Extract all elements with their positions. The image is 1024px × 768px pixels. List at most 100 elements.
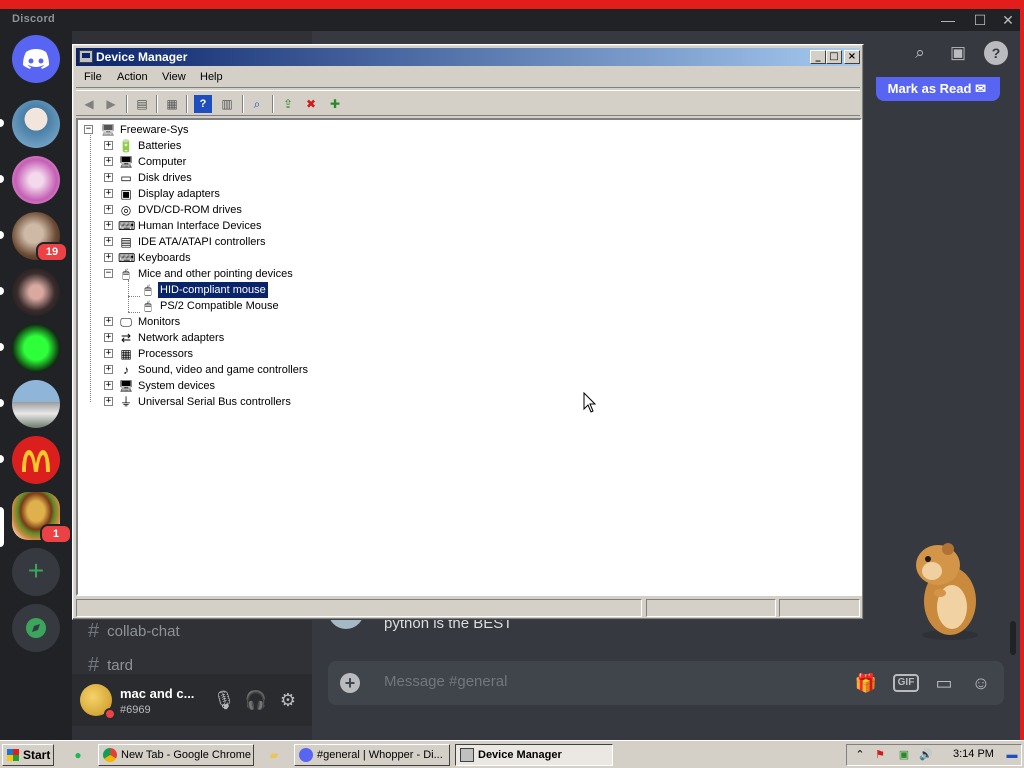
tree-category-label: Processors <box>138 348 194 360</box>
device-manager-titlebar[interactable]: Device Manager _ □ × <box>76 48 860 66</box>
dvd-drive-icon: ◎ <box>120 203 132 217</box>
uninstall-icon[interactable]: ✖ <box>302 95 320 113</box>
update-driver-icon[interactable]: ⇪ <box>279 95 297 113</box>
close-button[interactable]: × <box>844 50 860 64</box>
chat-scrollbar[interactable] <box>1010 621 1016 655</box>
start-button[interactable]: Start <box>2 744 54 766</box>
show-hidden-icons-icon[interactable]: ⌃ <box>853 748 867 762</box>
gift-icon[interactable]: 🎁 <box>854 671 878 695</box>
settings-gear-icon[interactable]: ⚙ <box>276 688 300 712</box>
scan-hardware-icon[interactable]: ⌕ <box>248 95 266 113</box>
spotify-icon[interactable]: ● <box>70 747 86 763</box>
expand-icon[interactable]: + <box>104 365 113 374</box>
expand-icon[interactable]: + <box>104 173 113 182</box>
show-hide-console-tree-icon[interactable]: ▤ <box>133 95 151 113</box>
tree-category-label: Computer <box>138 156 187 168</box>
channel-item[interactable]: # collab-chat <box>88 616 180 646</box>
tree-device-label: HID-compliant mouse <box>157 281 269 299</box>
menu-help[interactable]: Help <box>200 71 223 83</box>
volume-icon[interactable]: 🔊 <box>919 748 933 762</box>
microphone-icon[interactable]: 🎙 <box>212 688 236 712</box>
message-input[interactable]: Message #general <box>384 673 507 690</box>
expand-icon[interactable]: + <box>104 397 113 406</box>
help-icon[interactable]: ? <box>194 95 212 113</box>
expand-icon[interactable]: + <box>104 253 113 262</box>
inbox-icon[interactable]: ▣ <box>946 41 970 65</box>
taskbar-item-discord[interactable]: #general | Whopper - Di... <box>294 744 450 766</box>
search-icon[interactable]: ⌕ <box>908 41 932 65</box>
view-icon[interactable]: ▥ <box>218 95 236 113</box>
menu-view[interactable]: View <box>162 71 186 83</box>
menu-bar: File Action View Help <box>76 68 860 88</box>
taskbar-item-device-manager[interactable]: Device Manager <box>455 744 613 766</box>
usb-icon: ⏚ <box>119 395 132 409</box>
server-icon-4[interactable] <box>12 268 60 316</box>
collapse-icon[interactable]: − <box>104 269 113 278</box>
expand-icon[interactable]: + <box>104 157 113 166</box>
taskbar-item-chrome[interactable]: New Tab - Google Chrome <box>98 744 254 766</box>
flag-icon[interactable]: ⚑ <box>873 748 887 762</box>
menu-file[interactable]: File <box>84 71 102 83</box>
expand-icon[interactable]: + <box>104 333 113 342</box>
clock[interactable]: 3:14 PM <box>953 748 994 760</box>
monitor-icon: 🖵 <box>120 315 132 329</box>
add-server-icon[interactable]: + <box>12 548 60 596</box>
maximize-icon[interactable]: ☐ <box>966 11 994 29</box>
server-icon-2[interactable] <box>12 156 60 204</box>
folder-icon[interactable]: ▰ <box>266 747 282 763</box>
discord-home-icon[interactable] <box>12 35 60 83</box>
expand-icon[interactable]: + <box>104 205 113 214</box>
expand-icon[interactable]: + <box>104 237 113 246</box>
emoji-icon[interactable]: ☺ <box>969 671 993 695</box>
explore-icon[interactable] <box>12 604 60 652</box>
discord-icon <box>299 748 313 762</box>
menu-action[interactable]: Action <box>117 71 148 83</box>
forward-arrow-icon[interactable]: ▶ <box>102 95 120 113</box>
ide-controller-icon: ▤ <box>120 235 132 249</box>
minimize-icon[interactable]: — <box>934 11 962 29</box>
expand-icon[interactable]: + <box>104 221 113 230</box>
expand-icon[interactable]: + <box>104 189 113 198</box>
close-icon[interactable]: ✕ <box>994 11 1022 29</box>
mouse-icon: 🖱 <box>144 299 152 313</box>
server-icon-5[interactable] <box>12 324 60 372</box>
user-name: mac and c... <box>120 686 195 701</box>
properties-icon[interactable]: ▦ <box>163 95 181 113</box>
device-manager-window[interactable]: Device Manager _ □ × File Action View He… <box>72 44 864 620</box>
minimize-button[interactable]: _ <box>810 50 826 64</box>
enable-device-icon[interactable]: ✚ <box>326 95 344 113</box>
discord-titlebar[interactable]: Discord — ☐ ✕ <box>0 9 1020 31</box>
back-arrow-icon[interactable]: ◀ <box>80 95 98 113</box>
expand-icon[interactable]: + <box>104 349 113 358</box>
tree-category-label: Keyboards <box>138 252 191 264</box>
network-icon[interactable]: ▣ <box>897 748 911 762</box>
expand-icon[interactable]: + <box>104 141 113 150</box>
status-bar <box>76 599 860 617</box>
server-icon-1[interactable] <box>12 100 60 148</box>
expand-icon[interactable]: + <box>104 381 113 390</box>
message-composer[interactable]: + Message #general 🎁 GIF ▭ ☺ <box>328 661 1004 705</box>
device-tree[interactable]: − 🖥 Freeware-Sys + 🔋 Batteries + 🖥 Computer + ▭… <box>76 118 862 596</box>
status-pane <box>646 599 776 617</box>
maximize-button[interactable]: □ <box>826 50 842 64</box>
collapse-icon[interactable]: − <box>84 125 93 134</box>
sticker-icon[interactable]: ▭ <box>932 671 956 695</box>
tree-category-label: Human Interface Devices <box>138 220 262 232</box>
gif-icon[interactable]: GIF <box>893 674 919 692</box>
start-label: Start <box>23 748 51 762</box>
server-icon-6[interactable] <box>12 380 60 428</box>
task-label: Device Manager <box>478 749 562 761</box>
unread-pill <box>0 119 4 127</box>
toolbar-separator <box>186 95 188 113</box>
tree-root-label: Freeware-Sys <box>120 124 189 136</box>
tree-category-label: Sound, video and game controllers <box>138 364 308 376</box>
computer-icon: 🖥 <box>118 155 134 169</box>
help-icon[interactable]: ? <box>984 41 1008 65</box>
network-adapter-icon: ⇄ <box>120 331 132 345</box>
server-icon-7[interactable] <box>12 436 60 484</box>
add-attachment-icon[interactable]: + <box>340 673 360 693</box>
show-desktop-icon[interactable]: ▬ <box>1005 748 1019 762</box>
headphones-icon[interactable]: 🎧 <box>244 688 268 712</box>
mark-as-read-button[interactable]: Mark as Read ✉ <box>875 77 1000 101</box>
expand-icon[interactable]: + <box>104 317 113 326</box>
